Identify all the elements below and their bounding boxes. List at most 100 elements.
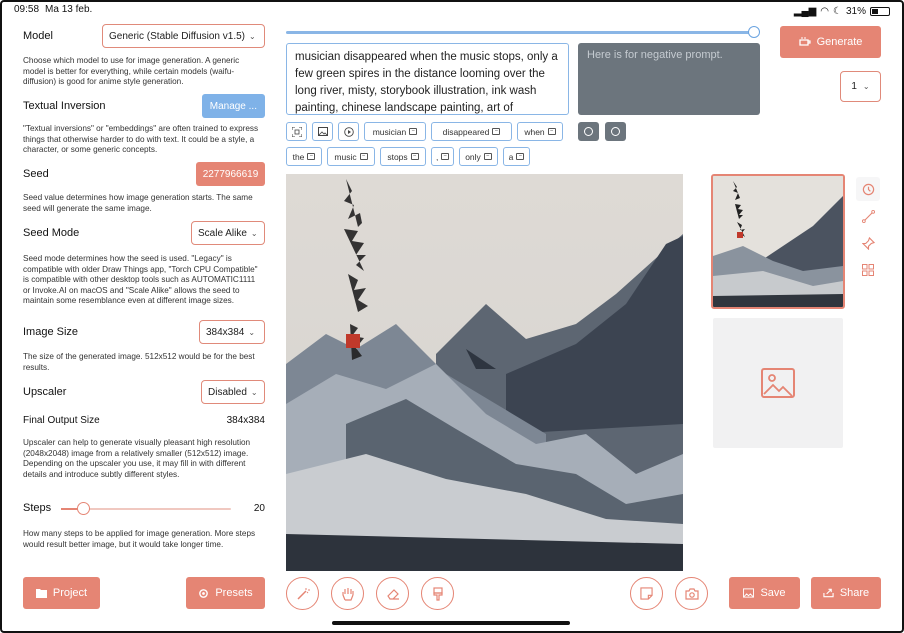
hand-icon [341, 587, 354, 601]
final-output-description: Upscaler can help to generate visually p… [23, 438, 251, 479]
model-label: Model [23, 30, 53, 42]
upscaler-row: Upscaler Disabled ⌄ [23, 380, 265, 404]
seed-row: Seed 2277966619 [23, 162, 265, 186]
prompt-token-label: a [508, 151, 514, 162]
batch-count-select[interactable]: 1 ⌄ [840, 71, 881, 102]
token-weight-icon: – [516, 153, 525, 160]
seed-mode-row: Seed Mode Scale Alike ⌄ [23, 221, 265, 245]
battery-percent: 31% [845, 5, 866, 17]
project-label: Project [52, 587, 88, 599]
pin-button[interactable] [856, 231, 880, 255]
prompt-token-chip[interactable]: , – [431, 147, 454, 166]
share-button[interactable]: Share [811, 577, 881, 609]
textual-inversion-description: "Textual inversions" or "embeddings" are… [23, 124, 259, 154]
generation-progress-thumb [748, 26, 760, 38]
eraser-button[interactable] [376, 577, 409, 610]
save-button[interactable]: Save [729, 577, 800, 609]
history-thumbnail-selected[interactable] [711, 174, 845, 309]
prompt-token-chip[interactable]: musician – [364, 122, 426, 141]
grid-icon [862, 264, 874, 276]
image-icon [317, 127, 328, 136]
thumbnail-painting [713, 176, 843, 307]
steps-value: 20 [253, 502, 265, 514]
textual-inversion-label: Textual Inversion [23, 100, 106, 112]
steps-description: How many steps to be applied for image g… [23, 529, 256, 549]
image-save-icon [743, 588, 755, 598]
empty-thumbnail-slot[interactable] [713, 318, 843, 448]
steps-label: Steps [23, 502, 52, 514]
seed-label: Seed [23, 168, 49, 180]
chevron-down-icon: ⌄ [249, 31, 256, 41]
landscape-painting [286, 174, 683, 571]
prompt-token-label: music [334, 151, 357, 162]
seed-mode-value: Scale Alike [198, 227, 247, 239]
final-output-label: Final Output Size [23, 415, 100, 426]
image-size-select[interactable]: 384x384 ⌄ [199, 320, 265, 344]
image-size-description: The size of the generated image. 512x512… [23, 352, 255, 372]
upscaler-select[interactable]: Disabled ⌄ [201, 380, 265, 404]
scan-icon-button[interactable] [286, 122, 307, 141]
presets-label: Presets [215, 587, 253, 599]
prompt-token-chip[interactable]: the – [286, 147, 322, 166]
side-toolbar [856, 177, 880, 285]
negative-prompt-input[interactable]: Here is for negative prompt. [578, 43, 760, 115]
token-weight-icon: – [441, 153, 449, 160]
model-value: Generic (Stable Diffusion v1.5) [109, 30, 245, 42]
image-icon-button[interactable] [312, 122, 333, 141]
prompt-token-chip[interactable]: when – [517, 122, 563, 141]
token-weight-icon: – [359, 153, 368, 160]
generate-label: Generate [816, 36, 863, 48]
prompt-token-label: when [524, 126, 545, 137]
history-icon [862, 183, 874, 195]
image-size-label: Image Size [23, 326, 79, 338]
prompt-token-chip[interactable]: music – [327, 147, 375, 166]
negative-play-button[interactable] [578, 122, 599, 141]
brew-icon [798, 37, 811, 46]
magic-wand-button[interactable] [286, 577, 319, 610]
camera-icon [684, 587, 699, 600]
generated-image-canvas[interactable] [286, 174, 683, 571]
prompt-token-chip[interactable]: stops – [380, 147, 426, 166]
stop-circle-icon [611, 127, 620, 136]
token-weight-icon: – [547, 128, 556, 135]
grid-button[interactable] [856, 258, 880, 282]
camera-button[interactable] [675, 577, 708, 610]
prompt-token-label: stops [387, 151, 408, 162]
negative-stop-button[interactable] [605, 122, 626, 141]
seed-mode-select[interactable]: Scale Alike ⌄ [191, 221, 265, 245]
model-select[interactable]: Generic (Stable Diffusion v1.5) ⌄ [102, 24, 265, 48]
manage-button[interactable]: Manage ... [201, 94, 265, 118]
seed-value-button[interactable]: 2277966619 [196, 162, 265, 186]
seed-mode-description: Seed mode determines how the seed is use… [23, 254, 258, 305]
prompt-input[interactable]: musician disappeared when the music stop… [286, 43, 569, 115]
history-button[interactable] [856, 177, 880, 201]
prompt-token-chip[interactable]: only – [459, 147, 498, 166]
presets-button[interactable]: Presets [186, 577, 265, 609]
prompt-token-chip[interactable]: disappeared – [431, 122, 512, 141]
status-date: Ma 13 feb. [45, 4, 93, 15]
token-weight-icon: – [409, 128, 418, 135]
wifi-icon: ◠ [820, 5, 830, 17]
paint-brush-button[interactable] [421, 577, 454, 610]
play-circle-icon [584, 127, 593, 136]
sticky-note-button[interactable] [630, 577, 663, 610]
final-output-value: 384x384 [226, 415, 265, 426]
model-description: Choose which model to use for image gene… [23, 56, 240, 86]
chevron-down-icon: ⌄ [250, 228, 258, 238]
curve-button[interactable] [856, 204, 880, 228]
steps-slider-thumb[interactable] [77, 502, 90, 515]
hand-button[interactable] [331, 577, 364, 610]
seed-mode-label: Seed Mode [23, 227, 80, 239]
pin-icon [861, 236, 875, 250]
generate-button[interactable]: Generate [780, 26, 881, 58]
play-icon-button[interactable] [338, 122, 359, 141]
gear-icon [199, 588, 209, 598]
seed-description: Seed value determines how image generati… [23, 193, 253, 213]
home-indicator [332, 621, 570, 625]
folder-icon [35, 589, 47, 598]
token-weight-icon: – [307, 153, 316, 160]
prompt-token-chip[interactable]: a – [503, 147, 530, 166]
project-button[interactable]: Project [23, 577, 100, 609]
play-circle-icon [343, 126, 354, 137]
token-weight-icon: – [483, 153, 492, 160]
